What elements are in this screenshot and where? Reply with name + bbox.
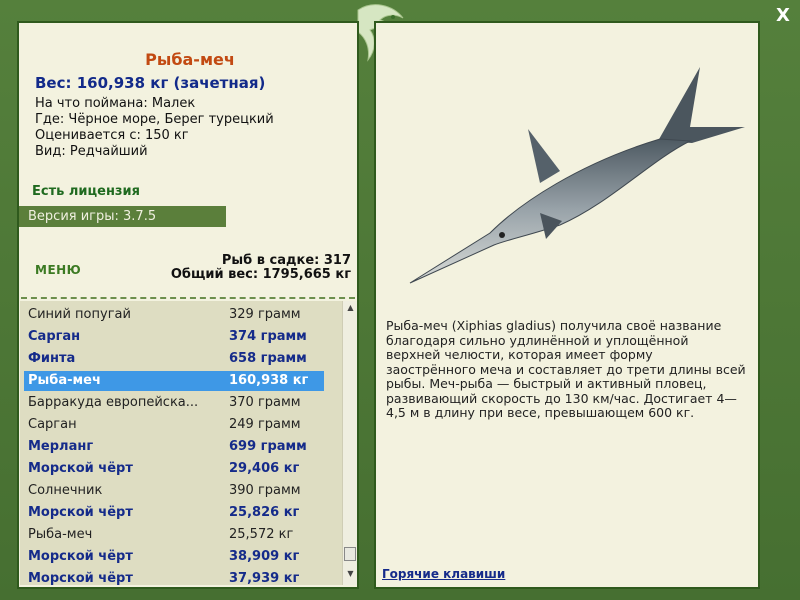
catch-fish-name: Морской чёрт [28,505,133,520]
fish-info-panel: Рыба-меч Вес: 160,938 кг (зачетная) На ч… [17,21,359,589]
catch-fish-weight: 329 грамм [229,307,301,322]
catch-fish-weight: 25,572 кг [229,527,294,542]
fish-description: Рыба-меч (Xiphias gladius) получила своё… [386,318,746,420]
catch-list-row[interactable]: Финта 658 грамм [24,349,324,369]
catch-fish-weight: 37,939 кг [229,571,300,585]
catch-fish-weight: 25,826 кг [229,505,300,520]
location-info: Где: Чёрное море, Берег турецкий [35,112,274,127]
fish-weight: Вес: 160,938 кг (зачетная) [35,74,266,92]
catch-fish-name: Морской чёрт [28,571,133,585]
catch-fish-weight: 249 грамм [229,417,301,432]
catch-list-row[interactable]: Синий попугай 329 грамм [24,305,324,325]
catch-list: Синий попугай 329 грамм Сарган 374 грамм Фин… [20,301,357,585]
chevron-down-icon[interactable]: ▼ [343,569,357,583]
catch-fish-weight: 29,406 кг [229,461,300,476]
catch-list-row[interactable]: Морской чёрт 38,909 кг [24,547,324,567]
catch-fish-name: Солнечник [28,483,103,498]
hotkeys-link[interactable]: Горячие клавиши [382,567,505,581]
catch-fish-weight: 699 грамм [229,439,307,454]
catch-fish-name: Рыба-меч [28,527,93,542]
catch-list-row[interactable]: Морской чёрт 29,406 кг [24,459,324,479]
bait-info: На что поймана: Малек [35,96,196,111]
divider [21,297,355,299]
catch-list-row[interactable]: Солнечник 390 грамм [24,481,324,501]
fish-title: Рыба-меч [145,50,235,69]
valuation-info: Оценивается с: 150 кг [35,128,189,143]
catch-list-row[interactable]: Сарган 249 грамм [24,415,324,435]
catch-fish-name: Рыба-меч [28,373,101,388]
cage-count: Рыб в садке: 317 [221,253,351,268]
scroll-thumb[interactable] [344,547,356,561]
catch-list-row[interactable]: Барракуда европейска... 370 грамм [24,393,324,413]
catch-fish-weight: 370 грамм [229,395,301,410]
catch-fish-weight: 390 грамм [229,483,301,498]
close-icon[interactable]: X [773,6,793,26]
catch-list-row[interactable]: Мерланг 699 грамм [24,437,324,457]
catch-fish-name: Сарган [28,417,77,432]
menu-button[interactable]: МЕНЮ [35,263,81,277]
catch-list-row[interactable]: Морской чёрт 37,939 кг [24,569,324,585]
catch-fish-name: Морской чёрт [28,549,133,564]
species-info: Вид: Редчайший [35,144,148,159]
catch-fish-name: Мерланг [28,439,94,454]
catch-fish-weight: 374 грамм [229,329,307,344]
catch-fish-weight: 160,938 кг [229,373,309,388]
catch-list-row[interactable]: Рыба-меч 160,938 кг [24,371,324,391]
license-status: Есть лицензия [32,184,140,199]
chevron-up-icon[interactable]: ▲ [343,303,357,317]
catch-fish-name: Сарган [28,329,81,344]
catch-fish-name: Барракуда европейска... [28,395,199,410]
swordfish-image [409,67,745,284]
app-window: X Рыба-меч Вес: 160,938 кг (зачетная) На… [0,0,800,600]
catch-list-row[interactable]: Морской чёрт 25,826 кг [24,503,324,523]
scrollbar[interactable]: ▲ ▼ [342,301,357,585]
catch-list-row[interactable]: Рыба-меч 25,572 кг [24,525,324,545]
catch-fish-weight: 658 грамм [229,351,307,366]
fish-description-panel: Рыба-меч (Xiphias gladius) получила своё… [374,21,760,589]
catch-list-row[interactable]: Сарган 374 грамм [24,327,324,347]
cage-total-weight: Общий вес: 1795,665 кг [170,267,351,282]
game-version: Версия игры: 3.7.5 [19,206,226,227]
catch-fish-name: Синий попугай [28,307,131,322]
catch-fish-name: Финта [28,351,76,366]
catch-fish-weight: 38,909 кг [229,549,300,564]
catch-fish-name: Морской чёрт [28,461,133,476]
